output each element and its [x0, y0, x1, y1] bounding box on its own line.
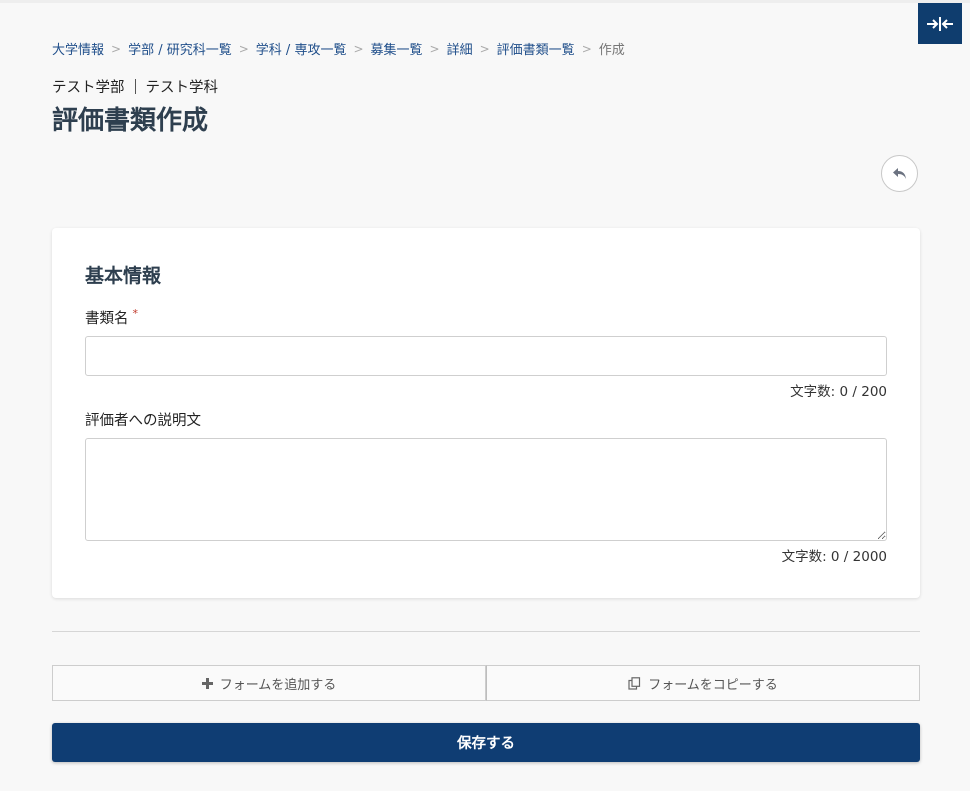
copy-form-label: フォームをコピーする — [648, 677, 778, 693]
heading-divider — [134, 79, 136, 94]
evaluator-description-textarea[interactable] — [85, 438, 887, 541]
breadcrumb-current: 作成 — [598, 43, 625, 58]
breadcrumb-separator: > — [581, 41, 592, 56]
back-button[interactable] — [881, 155, 918, 192]
document-name-input[interactable] — [85, 336, 887, 376]
breadcrumb-detail[interactable]: 詳細 — [447, 39, 473, 58]
faculty-name: テスト学部 — [52, 80, 125, 96]
breadcrumb-separator: > — [111, 41, 122, 56]
add-form-label: フォームを追加する — [219, 677, 337, 693]
copy-icon — [628, 676, 641, 690]
document-name-char-counter: 文字数: 0 / 200 — [790, 384, 887, 400]
basic-info-card: 基本情報 書類名 * 文字数: 0 / 200 評価者への説明文 文字数: 0 /… — [52, 228, 920, 598]
faculty-department-heading: テスト学部 テスト学科 — [52, 76, 218, 97]
document-name-label-text: 書類名 — [85, 311, 129, 327]
evaluator-description-label: 評価者への説明文 — [85, 413, 201, 429]
add-form-button[interactable]: フォームを追加する — [52, 665, 486, 701]
collapse-panel-button[interactable] — [918, 3, 962, 44]
document-name-label: 書類名 * — [85, 307, 138, 328]
page: 大学情報 > 学部 / 研究科一覧 > 学科 / 専攻一覧 > 募集一覧 > 詳… — [0, 0, 970, 791]
save-button[interactable]: 保存する — [52, 723, 920, 762]
form-actions: フォームを追加する フォームをコピーする — [52, 665, 920, 701]
required-mark: * — [132, 307, 139, 320]
breadcrumb: 大学情報 > 学部 / 研究科一覧 > 学科 / 専攻一覧 > 募集一覧 > 詳… — [52, 39, 625, 59]
section-divider — [52, 631, 920, 632]
reply-arrow-icon — [892, 167, 906, 179]
breadcrumb-university-info[interactable]: 大学情報 — [52, 39, 104, 58]
breadcrumb-separator: > — [429, 41, 440, 56]
evaluator-description-char-counter: 文字数: 0 / 2000 — [781, 549, 887, 565]
breadcrumb-department-list[interactable]: 学科 / 専攻一覧 — [256, 39, 347, 58]
breadcrumb-faculty-list[interactable]: 学部 / 研究科一覧 — [128, 39, 232, 58]
breadcrumb-separator: > — [353, 41, 364, 56]
copy-form-button[interactable]: フォームをコピーする — [486, 665, 920, 701]
collapse-horizontal-icon — [927, 16, 953, 31]
breadcrumb-recruitment-list[interactable]: 募集一覧 — [371, 39, 423, 58]
section-title: 基本情報 — [85, 265, 162, 287]
breadcrumb-separator: > — [238, 41, 249, 56]
page-title: 評価書類作成 — [52, 106, 209, 136]
breadcrumb-evaluation-docs-list[interactable]: 評価書類一覧 — [497, 39, 575, 58]
plus-icon — [201, 677, 213, 689]
department-name: テスト学科 — [145, 80, 219, 96]
breadcrumb-separator: > — [479, 41, 490, 56]
